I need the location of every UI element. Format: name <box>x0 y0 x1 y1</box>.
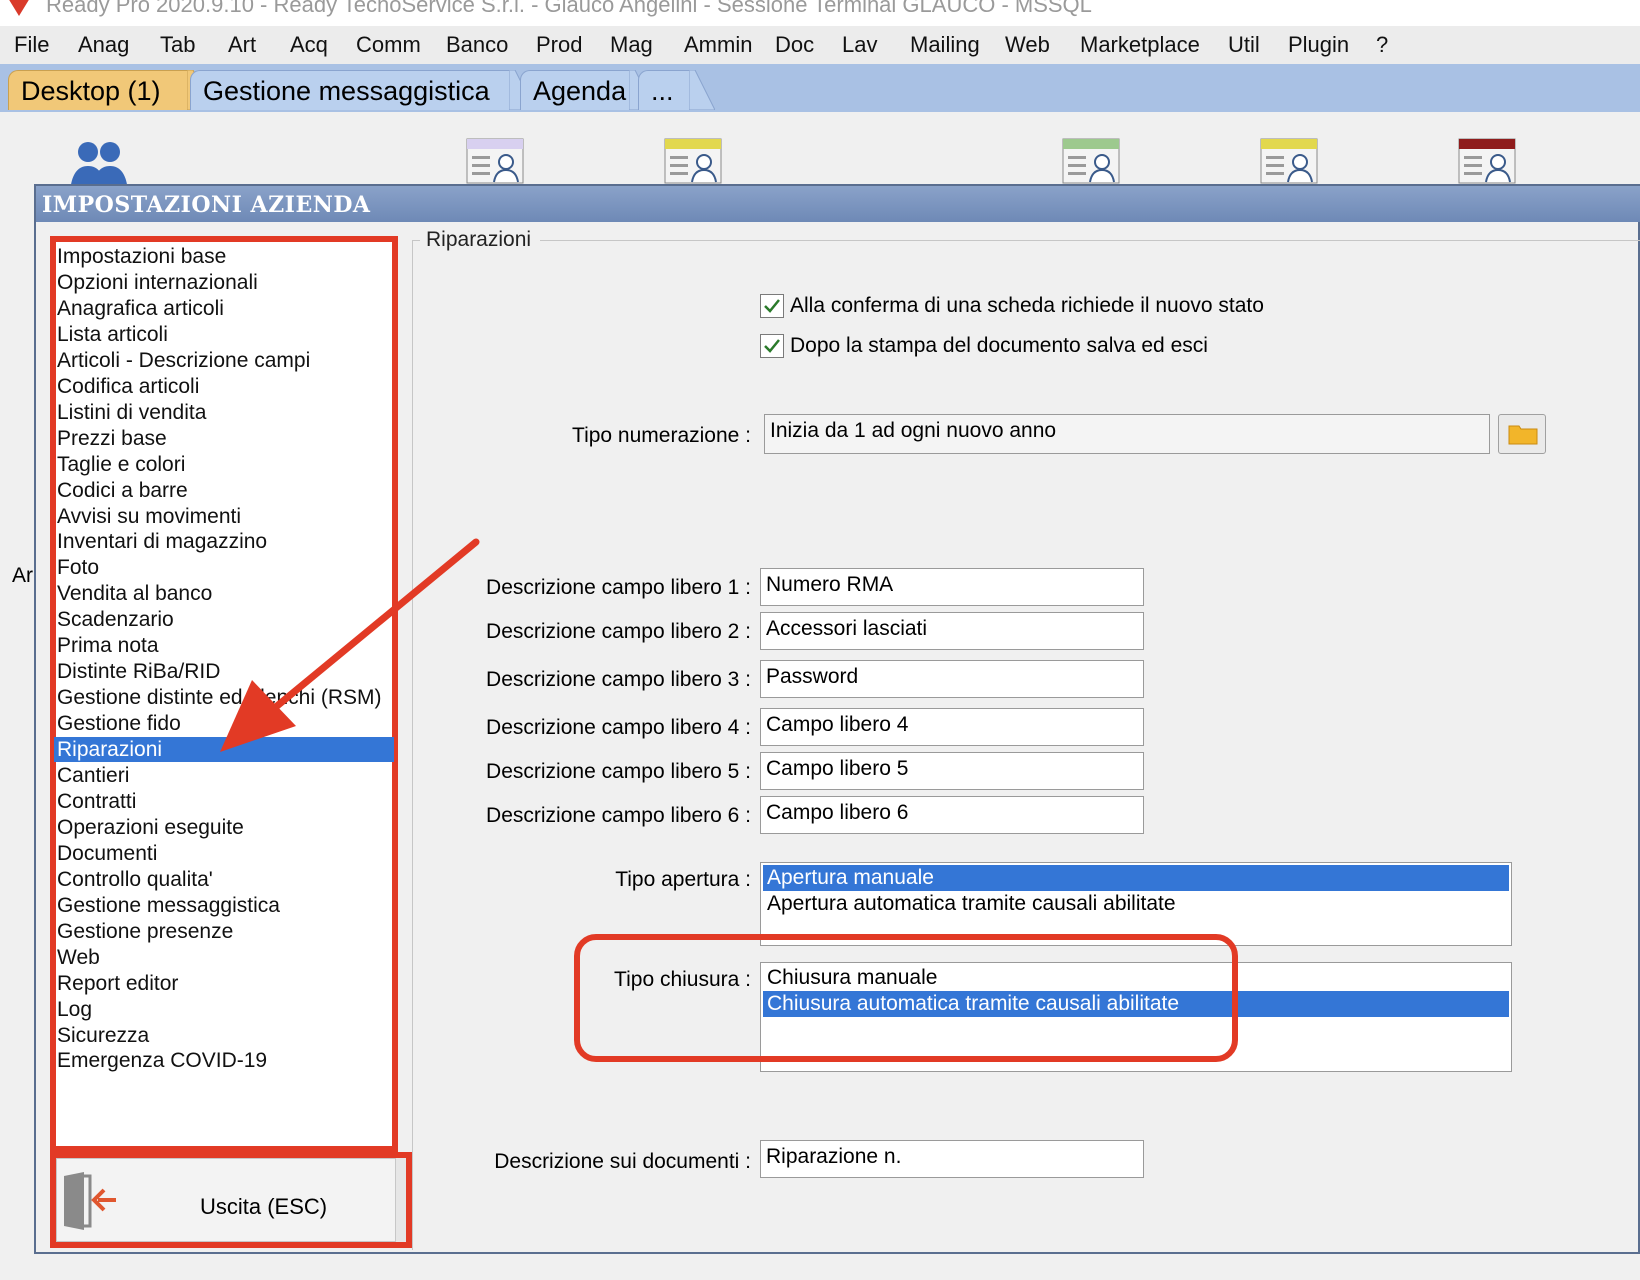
tab-bar: Desktop (1) Gestione messaggistica Agenda.… <box>0 64 1640 112</box>
tab-2[interactable]: Agenda <box>520 70 630 110</box>
campo-libero-label: Descrizione campo libero 6 : <box>486 804 751 827</box>
tipo-numerazione-select-button[interactable] <box>1498 414 1546 454</box>
exit-door-icon <box>64 1172 116 1230</box>
calendar-user-icon[interactable] <box>1260 138 1320 184</box>
app-logo-icon <box>9 0 29 16</box>
tab-3[interactable]: ... <box>638 70 690 110</box>
checkbox-label: Alla conferma di una scheda richiede il … <box>790 294 1264 317</box>
nav-item-gestione-presenze[interactable]: Gestione presenze <box>57 919 233 944</box>
dialog-title: IMPOSTAZIONI AZIENDA <box>42 192 371 218</box>
tipo-apertura-label: Tipo apertura : <box>615 868 751 891</box>
nav-item-anagrafica-articoli[interactable]: Anagrafica articoli <box>57 296 224 321</box>
nav-item-prima-nota[interactable]: Prima nota <box>57 633 159 658</box>
menu-[interactable]: ? <box>1376 32 1388 58</box>
menu-acq[interactable]: Acq <box>290 32 328 58</box>
menu-bar: File Anag Tab Art Acq Comm Banco Prod Mag Ammin Do… <box>0 26 1640 65</box>
tab-edge <box>689 70 715 110</box>
nav-item-operazioni-eseguite[interactable]: Operazioni eseguite <box>57 815 244 840</box>
nav-item-log[interactable]: Log <box>57 997 92 1022</box>
menu-plugin[interactable]: Plugin <box>1288 32 1349 58</box>
campo-libero-5-field[interactable]: Campo libero 5 <box>760 752 1144 790</box>
menu-tab[interactable]: Tab <box>160 32 195 58</box>
campo-libero-label: Descrizione campo libero 2 : <box>486 620 751 643</box>
checkbox-label: Dopo la stampa del documento salva ed es… <box>790 334 1208 357</box>
nav-item-opzioni-internazionali[interactable]: Opzioni internazionali <box>57 270 258 295</box>
checkbox-richiede-nuovo-stato[interactable] <box>760 294 784 318</box>
group-border <box>412 240 420 241</box>
campo-libero-label: Descrizione campo libero 5 : <box>486 760 751 783</box>
calendar-user-icon[interactable] <box>1062 138 1122 184</box>
tipo-chiusura-highlight <box>574 934 1238 1062</box>
menu-banco[interactable]: Banco <box>446 32 508 58</box>
campo-libero-label: Descrizione campo libero 1 : <box>486 576 751 599</box>
exit-label: Uscita (ESC) <box>200 1194 328 1219</box>
nav-item-gestione-fido[interactable]: Gestione fido <box>57 711 181 736</box>
section-title: Riparazioni <box>426 228 532 251</box>
nav-item-controllo-qualita[interactable]: Controllo qualita' <box>57 867 213 892</box>
nav-item-taglie-e-colori[interactable]: Taglie e colori <box>57 452 185 477</box>
menu-lav[interactable]: Lav <box>842 32 877 58</box>
calendar-user-icon[interactable] <box>466 138 526 184</box>
nav-item-vendita-al-banco[interactable]: Vendita al banco <box>57 581 212 606</box>
desktop-partial-label: Ar <box>12 564 33 587</box>
nav-item-avvisi-su-movimenti[interactable]: Avvisi su movimenti <box>57 504 241 529</box>
campo-libero-2-field[interactable]: Accessori lasciati <box>760 612 1144 650</box>
nav-item-prezzi-base[interactable]: Prezzi base <box>57 426 167 451</box>
menu-ammin[interactable]: Ammin <box>684 32 752 58</box>
menu-art[interactable]: Art <box>228 32 256 58</box>
campo-libero-3-field[interactable]: Password <box>760 660 1144 698</box>
menu-marketplace[interactable]: Marketplace <box>1080 32 1200 58</box>
nav-item-report-editor[interactable]: Report editor <box>57 971 178 996</box>
tipo-numerazione-field[interactable]: Inizia da 1 ad ogni nuovo anno <box>764 414 1490 454</box>
nav-item-codifica-articoli[interactable]: Codifica articoli <box>57 374 199 399</box>
window-title: Ready Pro 2020.9.10 - Ready TecnoService… <box>46 0 1092 17</box>
nav-item-codici-a-barre[interactable]: Codici a barre <box>57 478 188 503</box>
menu-prod[interactable]: Prod <box>536 32 582 58</box>
nav-item-listini-di-vendita[interactable]: Listini di vendita <box>57 400 206 425</box>
nav-item-sicurezza[interactable]: Sicurezza <box>57 1023 149 1048</box>
tab-0[interactable]: Desktop (1) <box>8 70 188 110</box>
nav-item-documenti[interactable]: Documenti <box>57 841 157 866</box>
campo-libero-label: Descrizione campo libero 4 : <box>486 716 751 739</box>
group-border <box>540 240 1640 241</box>
menu-util[interactable]: Util <box>1228 32 1260 58</box>
nav-item-articoli-descrizione-campi[interactable]: Articoli - Descrizione campi <box>57 348 310 373</box>
checkmark-icon <box>764 299 780 313</box>
list-option[interactable]: Apertura automatica tramite causali abil… <box>763 891 1509 917</box>
nav-item-contratti[interactable]: Contratti <box>57 789 136 814</box>
calendar-user-icon[interactable] <box>1458 138 1518 184</box>
menu-mag[interactable]: Mag <box>610 32 653 58</box>
tab-1[interactable]: Gestione messaggistica <box>190 70 510 110</box>
descrizione-documenti-field[interactable]: Riparazione n. <box>760 1140 1144 1178</box>
folder-icon <box>1508 425 1538 445</box>
nav-item-gestione-messaggistica[interactable]: Gestione messaggistica <box>57 893 280 918</box>
menu-comm[interactable]: Comm <box>356 32 421 58</box>
nav-item-emergenza-covid-19[interactable]: Emergenza COVID-19 <box>57 1048 267 1073</box>
nav-item-lista-articoli[interactable]: Lista articoli <box>57 322 168 347</box>
menu-anag[interactable]: Anag <box>78 32 129 58</box>
checkbox-salva-ed-esci[interactable] <box>760 334 784 358</box>
tipo-numerazione-label: Tipo numerazione : <box>572 424 751 447</box>
campo-libero-label: Descrizione campo libero 3 : <box>486 668 751 691</box>
checkmark-icon <box>764 339 780 353</box>
campo-libero-6-field[interactable]: Campo libero 6 <box>760 796 1144 834</box>
campo-libero-4-field[interactable]: Campo libero 4 <box>760 708 1144 746</box>
menu-doc[interactable]: Doc <box>775 32 814 58</box>
campo-libero-1-field[interactable]: Numero RMA <box>760 568 1144 606</box>
title-bar: Ready Pro 2020.9.10 - Ready TecnoService… <box>0 0 1640 26</box>
descrizione-documenti-label: Descrizione sui documenti : <box>494 1150 751 1173</box>
annotation-arrow-icon <box>220 538 480 752</box>
nav-item-cantieri[interactable]: Cantieri <box>57 763 129 788</box>
menu-file[interactable]: File <box>14 32 49 58</box>
nav-item-foto[interactable]: Foto <box>57 555 99 580</box>
menu-web[interactable]: Web <box>1005 32 1050 58</box>
nav-item-distinte-riba-rid[interactable]: Distinte RiBa/RID <box>57 659 220 684</box>
nav-item-web[interactable]: Web <box>57 945 100 970</box>
list-option[interactable]: Apertura manuale <box>763 865 1509 891</box>
menu-mailing[interactable]: Mailing <box>910 32 980 58</box>
nav-item-scadenzario[interactable]: Scadenzario <box>57 607 174 632</box>
calendar-user-icon[interactable] <box>664 138 724 184</box>
nav-item-impostazioni-base[interactable]: Impostazioni base <box>57 244 226 269</box>
